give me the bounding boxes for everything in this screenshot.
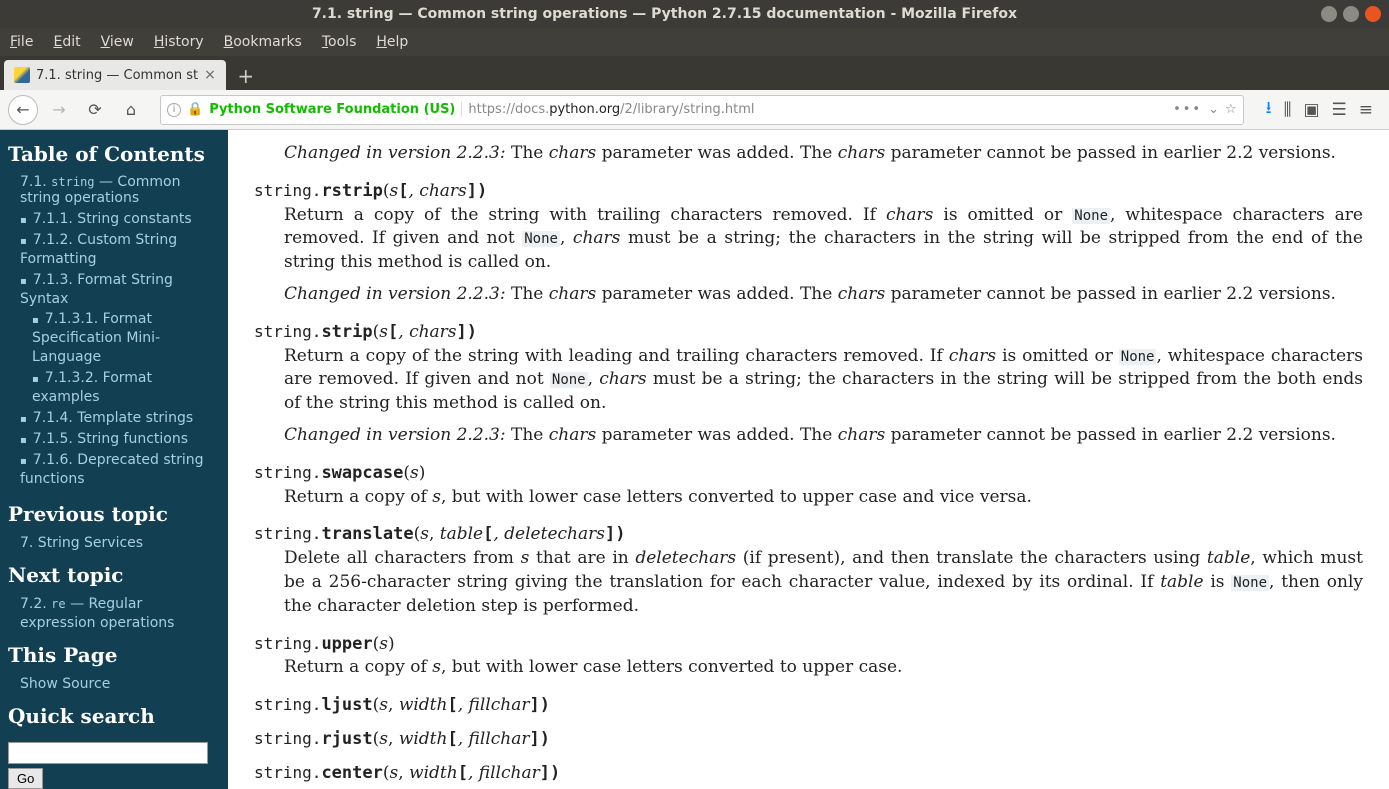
toolbar: ← → ⟳ ⌂ i 🔒 Python Software Foundation (… — [0, 90, 1389, 130]
search-go-button[interactable] — [8, 768, 43, 789]
func-rjust: string.rjust(s, width[, fillchar]) — [254, 728, 1363, 752]
downloads-icon[interactable]: ⭳ — [1266, 95, 1272, 124]
tab-bar: 7.1. string — Common st × + — [0, 56, 1389, 90]
back-button[interactable]: ← — [8, 95, 38, 125]
forward-button: → — [44, 95, 74, 125]
minimize-icon[interactable] — [1321, 6, 1337, 22]
tab-close-icon[interactable]: × — [204, 67, 216, 83]
menu-history[interactable]: History — [154, 34, 204, 50]
doc-content: Changed in version 2.2.3: The chars para… — [228, 130, 1389, 789]
toc-link[interactable]: 7.1.6. Deprecated string functions — [20, 452, 204, 487]
home-button[interactable]: ⌂ — [116, 100, 146, 119]
window-titlebar: 7.1. string — Common string operations —… — [0, 0, 1389, 28]
thispage-heading: This Page — [8, 643, 220, 667]
reload-button[interactable]: ⟳ — [80, 100, 110, 119]
maximize-icon[interactable] — [1343, 6, 1359, 22]
toc-link[interactable]: 7.1.1. String constants — [33, 211, 192, 227]
search-input[interactable] — [8, 742, 208, 764]
translate-desc: Delete all characters from s that are in… — [284, 547, 1363, 618]
just-desc: These functions respectively left-justif… — [284, 786, 1363, 789]
sidebar-icon[interactable]: ☰ — [1332, 100, 1347, 120]
url-bar[interactable]: i 🔒 Python Software Foundation (US) http… — [160, 95, 1244, 125]
page-actions-icon[interactable]: ••• — [1173, 102, 1202, 117]
site-info-icon[interactable]: i — [167, 103, 181, 117]
new-tab-button[interactable]: + — [232, 62, 260, 90]
close-icon[interactable] — [1365, 6, 1381, 22]
upper-desc: Return a copy of s, but with lower case … — [284, 656, 1363, 680]
toc-sublink[interactable]: 7.1.3.2. Format examples — [32, 370, 152, 405]
func-translate: string.translate(s, table[, deletechars]… — [254, 523, 1363, 547]
site-identity: Python Software Foundation (US) — [209, 102, 462, 117]
reader-icon[interactable]: ▣ — [1303, 100, 1319, 120]
func-center: string.center(s, width[, fillchar]) — [254, 762, 1363, 786]
menu-edit[interactable]: Edit — [53, 34, 80, 50]
func-ljust: string.ljust(s, width[, fillchar]) — [254, 694, 1363, 718]
pocket-icon[interactable]: ⌄ — [1208, 102, 1219, 117]
menu-tools[interactable]: Tools — [322, 34, 357, 50]
window-controls — [1321, 6, 1381, 22]
toc-link[interactable]: 7.1.5. String functions — [33, 431, 188, 447]
library-icon[interactable]: ⫼ — [1284, 100, 1292, 120]
bookmark-star-icon[interactable]: ☆ — [1225, 102, 1237, 117]
swapcase-desc: Return a copy of s, but with lower case … — [284, 486, 1363, 510]
toc-link[interactable]: 7.1.2. Custom String Formatting — [20, 232, 177, 267]
favicon-icon — [14, 67, 30, 83]
toc-sublink[interactable]: 7.1.3.1. Format Specification Mini-Langu… — [32, 311, 160, 365]
func-swapcase: string.swapcase(s) — [254, 462, 1363, 486]
func-strip: string.strip(s[, chars]) — [254, 321, 1363, 345]
quicksearch-heading: Quick search — [8, 704, 220, 728]
menu-file[interactable]: File — [10, 34, 33, 50]
toc-top-link[interactable]: 7.1. string — Common string operations — [8, 174, 220, 206]
prev-topic-link[interactable]: 7. String Services — [20, 535, 143, 551]
window-title: 7.1. string — Common string operations —… — [8, 6, 1321, 22]
toc-heading: Table of Contents — [8, 142, 220, 166]
browser-tab[interactable]: 7.1. string — Common st × — [4, 60, 226, 90]
prev-topic-heading: Previous topic — [8, 502, 220, 526]
menu-view[interactable]: View — [101, 34, 134, 50]
next-topic-link[interactable]: 7.2. re — Regular expression operations — [20, 596, 174, 631]
menu-icon[interactable]: ≡ — [1359, 100, 1373, 120]
strip-desc: Return a copy of the string with leading… — [284, 345, 1363, 448]
sidebar: Table of Contents 7.1. string — Common s… — [0, 130, 228, 789]
rstrip-desc: Return a copy of the string with trailin… — [284, 204, 1363, 307]
page: Table of Contents 7.1. string — Common s… — [0, 130, 1389, 789]
tab-title: 7.1. string — Common st — [36, 68, 198, 83]
menu-help[interactable]: Help — [376, 34, 408, 50]
url-text: https://docs.python.org/2/library/string… — [468, 102, 754, 117]
next-topic-heading: Next topic — [8, 563, 220, 587]
lock-icon: 🔒 — [187, 102, 203, 117]
changed-note: Changed in version 2.2.3: — [284, 143, 506, 163]
func-rstrip: string.rstrip(s[, chars]) — [254, 180, 1363, 204]
menubar: File Edit View History Bookmarks Tools H… — [0, 28, 1389, 56]
toc-link[interactable]: 7.1.4. Template strings — [33, 410, 193, 426]
show-source-link[interactable]: Show Source — [20, 676, 110, 692]
menu-bookmarks[interactable]: Bookmarks — [224, 34, 302, 50]
toc-link[interactable]: 7.1.3. Format String Syntax — [20, 272, 173, 307]
func-upper: string.upper(s) — [254, 633, 1363, 657]
